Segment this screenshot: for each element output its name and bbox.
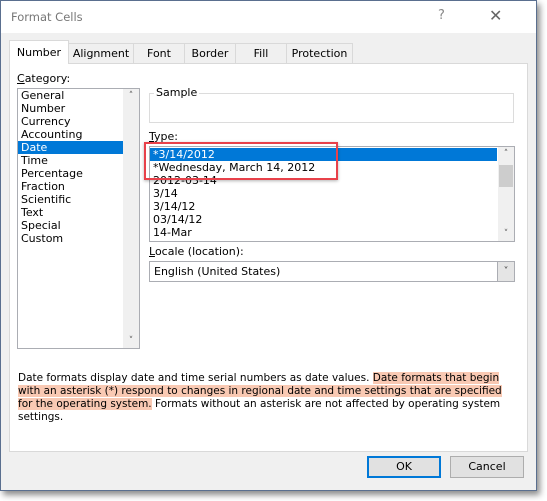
close-icon[interactable]: ✕: [489, 6, 502, 25]
list-item[interactable]: Special: [18, 219, 139, 232]
category-list[interactable]: General Number Currency Accounting Date Time P…: [17, 88, 140, 349]
scroll-up-icon[interactable]: ˄: [498, 149, 514, 159]
help-icon[interactable]: ?: [438, 8, 445, 23]
tab-font[interactable]: Font: [133, 43, 185, 63]
type-scrollbar[interactable]: ˄ ˅: [498, 147, 514, 241]
sample-group: Sample: [149, 86, 514, 123]
list-item[interactable]: 14-Mar: [150, 226, 497, 239]
format-description: Date formats display date and time seria…: [18, 372, 502, 423]
format-cells-dialog: Format Cells ? ✕ Number Alignment Font B…: [0, 0, 537, 491]
sample-label: Sample: [154, 86, 200, 99]
list-item[interactable]: Percentage: [18, 167, 139, 180]
tab-protection[interactable]: Protection: [286, 43, 353, 63]
scroll-down-icon[interactable]: ˅: [498, 229, 514, 239]
locale-select[interactable]: English (United States) ˅: [149, 261, 515, 282]
list-item[interactable]: Accounting: [18, 128, 139, 141]
list-item[interactable]: Number: [18, 102, 139, 115]
scroll-up-icon[interactable]: ˄: [123, 91, 139, 101]
title-bar: Format Cells ? ✕: [1, 1, 536, 33]
list-item[interactable]: Custom: [18, 232, 139, 245]
locale-value: English (United States): [154, 265, 281, 278]
list-item[interactable]: Currency: [18, 115, 139, 128]
locale-label: Locale (location):: [149, 245, 244, 258]
list-item[interactable]: Time: [18, 154, 139, 167]
chevron-down-icon[interactable]: ˅: [497, 262, 514, 281]
list-item[interactable]: 3/14/12: [150, 200, 497, 213]
list-item[interactable]: 3/14: [150, 187, 497, 200]
cancel-button[interactable]: Cancel: [450, 456, 524, 478]
list-item[interactable]: Date: [18, 141, 139, 154]
annotation-highlight-box: [144, 142, 338, 180]
list-item[interactable]: Text: [18, 206, 139, 219]
ok-button[interactable]: OK: [367, 456, 441, 478]
tab-fill[interactable]: Fill: [235, 43, 287, 63]
tab-number[interactable]: Number: [9, 40, 69, 64]
tab-alignment[interactable]: Alignment: [68, 43, 134, 63]
tab-border[interactable]: Border: [184, 43, 236, 63]
category-scrollbar[interactable]: ˄ ˅: [123, 89, 139, 348]
scroll-down-icon[interactable]: ˅: [123, 336, 139, 346]
dialog-title: Format Cells: [11, 10, 83, 24]
list-item[interactable]: General: [18, 89, 139, 102]
list-item[interactable]: Scientific: [18, 193, 139, 206]
list-item[interactable]: Fraction: [18, 180, 139, 193]
scroll-thumb[interactable]: [499, 165, 513, 187]
category-label: Category:: [17, 72, 71, 85]
list-item[interactable]: 03/14/12: [150, 213, 497, 226]
